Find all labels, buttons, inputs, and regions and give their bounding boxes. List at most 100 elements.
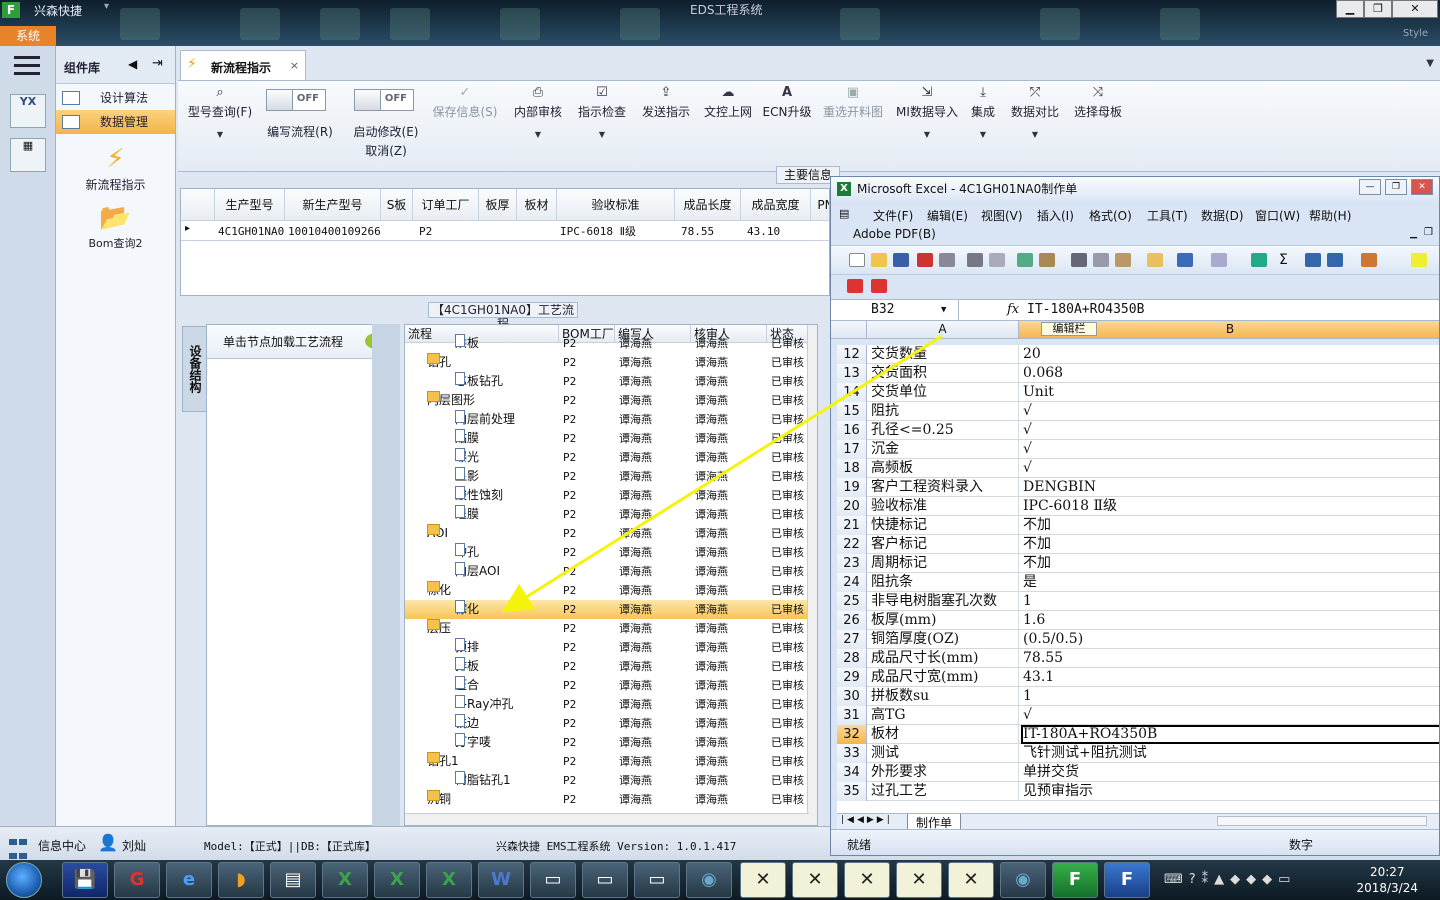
row-number[interactable]: 24 xyxy=(837,573,867,592)
cell-b[interactable]: 1 xyxy=(1021,687,1439,706)
tree-row[interactable]: −棕化 P2 谭海燕 谭海燕 已审核 xyxy=(405,581,809,600)
tree-row[interactable]: 烘板 P2 谭海燕 谭海燕 已审核 xyxy=(405,334,809,353)
cell-a[interactable]: 板材 xyxy=(871,725,1019,744)
cell-b[interactable]: √ xyxy=(1021,706,1439,725)
collapse-left-icon[interactable]: ◀ xyxy=(128,57,137,71)
tree-row[interactable]: 树脂钻孔1 P2 谭海燕 谭海燕 已审核 xyxy=(405,771,809,790)
column-header[interactable]: 订单工厂 xyxy=(413,189,479,221)
excel-close-button[interactable]: ✕ xyxy=(1411,179,1433,195)
excel-doc-icon[interactable]: ✕ xyxy=(844,862,890,898)
tree-row[interactable]: 显影 P2 谭海燕 谭海燕 已审核 xyxy=(405,467,809,486)
row-number[interactable]: 33 xyxy=(837,744,867,763)
integrate-button[interactable]: ⤓ 集成 ▼ xyxy=(968,85,998,139)
tree-node-name[interactable]: −沉铜 xyxy=(427,790,451,809)
excel-app-icon[interactable]: X xyxy=(322,862,368,898)
tree-row[interactable]: X-Ray冲孔 P2 谭海燕 谭海燕 已审核 xyxy=(405,695,809,714)
restore-button[interactable]: ❐ xyxy=(1364,0,1392,18)
cell-b[interactable]: 78.55 xyxy=(1021,649,1439,668)
cell-b[interactable]: DENGBIN xyxy=(1021,478,1439,497)
save-app-icon[interactable]: 💾 xyxy=(62,862,108,898)
open-icon[interactable] xyxy=(871,253,887,267)
calculator-icon[interactable]: ▦ xyxy=(10,138,46,172)
tree-row[interactable]: 预排 P2 谭海燕 谭海燕 已审核 xyxy=(405,638,809,657)
cell-a[interactable]: 高频板 xyxy=(871,459,1019,478)
menu-view[interactable]: 视图(V) xyxy=(981,207,1023,224)
new-process-instruction-launcher[interactable]: ⚡ 新流程指示 xyxy=(56,142,175,193)
internal-review-button[interactable]: ⎙ 内部审核 ▼ xyxy=(510,85,566,139)
undo-icon[interactable] xyxy=(1177,253,1193,267)
cell-a[interactable]: 周期标记 xyxy=(871,554,1019,573)
tree-row[interactable]: 贴膜 P2 谭海燕 谭海燕 已审核 xyxy=(405,429,809,448)
tree-node-name[interactable]: −钻孔 xyxy=(427,353,451,372)
column-header[interactable]: 验收标准 xyxy=(557,189,675,221)
model-query-button[interactable]: ⌕ 型号查询(F) ▼ xyxy=(184,85,256,139)
excel-minimize-button[interactable]: — xyxy=(1359,179,1381,195)
sheet-nav-icons[interactable]: |◀◀▶▶| xyxy=(841,815,893,825)
tree-row[interactable]: −内层图形 P2 谭海燕 谭海燕 已审核 xyxy=(405,391,809,410)
column-header[interactable]: PN xyxy=(811,189,829,221)
row-number[interactable]: 27 xyxy=(837,630,867,649)
cell-a[interactable]: 交货单位 xyxy=(871,383,1019,402)
row-number[interactable]: 19 xyxy=(837,478,867,497)
chart-wizard-icon[interactable] xyxy=(1361,253,1377,267)
cell-a[interactable]: 阻抗条 xyxy=(871,573,1019,592)
column-header[interactable]: 生产型号 xyxy=(215,189,285,221)
tree-row[interactable]: −沉铜 P2 谭海燕 谭海燕 已审核 xyxy=(405,790,809,809)
tree-node-name[interactable]: 烘板 xyxy=(455,334,479,353)
tree-node-name[interactable]: −钻孔1 xyxy=(427,752,459,771)
row-number[interactable]: 20 xyxy=(837,497,867,516)
row-number[interactable]: 17 xyxy=(837,440,867,459)
excel-restore-button[interactable]: ❐ xyxy=(1385,179,1407,195)
cell-b[interactable]: 43.1 xyxy=(1021,668,1439,687)
cell-b[interactable]: √ xyxy=(1021,402,1439,421)
vertical-scrollbar[interactable] xyxy=(807,325,817,825)
tree-node-name[interactable]: 酸性蚀刻 xyxy=(455,486,503,505)
cancel-text[interactable]: 取消(Z) xyxy=(344,142,428,159)
cell-b[interactable]: 见预审指示 xyxy=(1021,782,1439,801)
cell-a[interactable]: 铜箔厚度(OZ) xyxy=(871,630,1019,649)
f-app-icon[interactable]: F xyxy=(1052,862,1098,898)
menu-adobe-pdf[interactable]: Adobe PDF(B) xyxy=(853,227,936,241)
redo-icon[interactable] xyxy=(1211,253,1227,267)
cell-b[interactable]: 是 xyxy=(1021,573,1439,592)
row-number[interactable]: 22 xyxy=(837,535,867,554)
menu-help[interactable]: 帮助(H) xyxy=(1309,207,1351,224)
send-instruction-button[interactable]: ⇪ 发送指示 xyxy=(638,85,694,120)
cell-b[interactable]: √ xyxy=(1021,459,1439,478)
hyperlink-icon[interactable] xyxy=(1251,253,1267,267)
copy-icon[interactable] xyxy=(1093,253,1109,267)
excel-app-icon[interactable]: X xyxy=(426,862,472,898)
excel-app-icon[interactable]: X xyxy=(374,862,420,898)
row-number[interactable]: 14 xyxy=(837,383,867,402)
excel-doc-icon[interactable]: ✕ xyxy=(792,862,838,898)
spelling-icon[interactable] xyxy=(1017,253,1033,267)
row-number[interactable]: 32 xyxy=(837,725,867,744)
hamburger-menu-icon[interactable] xyxy=(14,56,40,76)
tree-node-name[interactable]: 排板 xyxy=(455,657,479,676)
cell-b[interactable]: 20 xyxy=(1021,345,1439,364)
row-number[interactable]: 26 xyxy=(837,611,867,630)
menu-insert[interactable]: 插入(I) xyxy=(1037,207,1074,224)
column-header[interactable]: 成品宽度 xyxy=(741,189,811,221)
cell-a[interactable]: 成品尺寸长(mm) xyxy=(871,649,1019,668)
cell-a[interactable]: 板厚(mm) xyxy=(871,611,1019,630)
mdi-restore-icon[interactable]: ❐ xyxy=(1424,227,1433,238)
menu-tools[interactable]: 工具(T) xyxy=(1147,207,1188,224)
row-number[interactable]: 13 xyxy=(837,364,867,383)
cell-factory[interactable]: P2 xyxy=(413,223,432,241)
row-number[interactable]: 12 xyxy=(837,345,867,364)
tree-node-name[interactable]: 贴膜 xyxy=(455,429,479,448)
excel-doc-icon[interactable]: ✕ xyxy=(948,862,994,898)
tree-row[interactable]: 内层前处理 P2 谭海燕 谭海燕 已审核 xyxy=(405,410,809,429)
doc-control-online-button[interactable]: ☁ 文控上网 xyxy=(700,85,756,120)
cell-length[interactable]: 78.55 xyxy=(675,223,714,241)
tree-node-name[interactable]: −棕化 xyxy=(427,581,451,600)
save-icon[interactable] xyxy=(893,253,909,267)
horizontal-scrollbar[interactable] xyxy=(1217,816,1427,826)
cell-a[interactable]: 客户标记 xyxy=(871,535,1019,554)
tree-node-name[interactable]: 显影 xyxy=(455,467,479,486)
name-box-dropdown-icon[interactable]: ▼ xyxy=(941,300,946,320)
mdi-minimize-icon[interactable]: ▁ xyxy=(1410,229,1417,239)
ie-browser-icon[interactable]: e xyxy=(166,862,212,898)
tree-node-name[interactable]: 内层前处理 xyxy=(455,410,515,429)
